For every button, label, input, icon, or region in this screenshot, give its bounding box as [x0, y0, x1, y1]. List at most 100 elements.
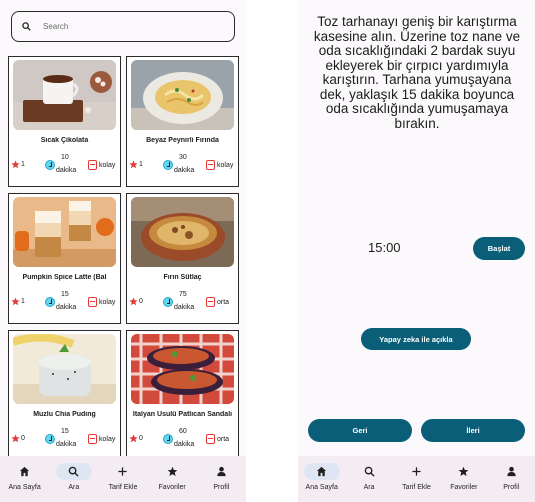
rating-count: 1 — [21, 161, 25, 168]
bottom-nav: Ana Sayfa Ara Tarif Ekle Favoriler Profi… — [0, 456, 246, 502]
recipe-title: Muzlu Chia Puding — [33, 411, 96, 418]
nav-home[interactable]: Ana Sayfa — [299, 463, 345, 491]
recipe-card[interactable]: Sıcak Çikolata 1 10 dakika kolay — [8, 56, 121, 187]
recipe-image-rice-pudding — [131, 197, 234, 267]
rating: 1 — [11, 297, 25, 306]
ai-explain-button[interactable]: Yapay zeka ile açıkla — [361, 328, 471, 350]
rating: 0 — [129, 434, 143, 443]
time-value: 10 — [61, 154, 69, 161]
rating-count: 0 — [139, 435, 143, 442]
nav-profile[interactable]: Profil — [198, 463, 244, 491]
plus-icon — [412, 467, 421, 476]
recipe-meta: 1 10 dakika kolay — [9, 153, 120, 179]
recipe-image-hot-chocolate — [13, 60, 116, 130]
person-icon — [217, 466, 226, 477]
nav-profile-label: Profil — [503, 484, 520, 491]
difficulty: kolay — [88, 297, 115, 307]
cook-time: 60 dakika — [163, 428, 203, 452]
rating-count: 0 — [21, 435, 25, 442]
difficulty: kolay — [206, 160, 233, 170]
clock-icon — [163, 160, 173, 170]
nav-add-recipe[interactable]: Tarif Ekle — [100, 463, 146, 491]
nav-favorites-label: Favoriler — [450, 484, 478, 491]
recipe-image-stuffed-eggplant — [131, 334, 234, 404]
difficulty-label: orta — [217, 435, 230, 443]
rating-count: 1 — [139, 161, 143, 168]
bottom-nav: Ana Sayfa Ara Tarif Ekle Favoriler Profi… — [298, 456, 535, 502]
clock-icon — [163, 297, 173, 307]
nav-add-label: Tarif Ekle — [402, 484, 431, 491]
recipe-grid: Sıcak Çikolata 1 10 dakika kolay Beyaz P… — [8, 56, 239, 461]
start-timer-button[interactable]: Başlat — [473, 237, 525, 260]
next-button[interactable]: İleri — [421, 419, 525, 442]
recipe-meta: 0 75 dakika orta — [127, 290, 238, 316]
star-icon — [129, 160, 138, 169]
recipe-title: Fırın Sütlaç — [163, 274, 202, 281]
recipe-meta: 0 60 dakika orta — [127, 427, 238, 453]
difficulty-icon — [88, 434, 97, 444]
home-icon — [20, 466, 30, 477]
back-button[interactable]: Geri — [308, 419, 412, 442]
star-icon — [11, 434, 20, 443]
recipe-title: Sıcak Çikolata — [40, 137, 89, 144]
recipe-card[interactable]: Fırın Sütlaç 0 75 dakika orta — [126, 193, 239, 324]
recipe-image-latte — [13, 197, 116, 267]
recipe-list-screen: Sıcak Çikolata 1 10 dakika kolay — [0, 0, 246, 502]
rating-count: 0 — [139, 298, 143, 305]
difficulty-label: orta — [217, 298, 230, 306]
nav-search-label: Ara — [68, 484, 80, 491]
recipe-title: İtalyan Usulü Patlıcan Sandalı — [132, 411, 233, 418]
difficulty: kolay — [88, 160, 115, 170]
nav-search[interactable]: Ara — [346, 463, 392, 491]
nav-favorites[interactable]: Favoriler — [149, 463, 195, 491]
recipe-card[interactable]: Beyaz Peynirli Fırında 1 30 dakika kolay — [126, 56, 239, 187]
difficulty-label: kolay — [99, 298, 116, 306]
search-input[interactable] — [43, 22, 213, 31]
nav-profile[interactable]: Profil — [488, 463, 534, 491]
rating: 1 — [11, 160, 25, 169]
nav-add-recipe[interactable]: Tarif Ekle — [393, 463, 439, 491]
recipe-meta: 1 30 dakika kolay — [127, 153, 238, 179]
search-icon — [364, 466, 375, 477]
nav-home[interactable]: Ana Sayfa — [2, 463, 48, 491]
recipe-meta: 0 15 dakika kolay — [9, 427, 120, 453]
time-value: 30 — [179, 154, 187, 161]
cook-time: 10 dakika — [45, 154, 85, 178]
rating: 0 — [11, 434, 25, 443]
clock-icon — [163, 434, 173, 444]
time-unit: dakika — [174, 167, 195, 174]
recipe-card[interactable]: Pumpkin Spice Latte (Bal 1 15 dakika kol… — [8, 193, 121, 324]
nav-profile-label: Profil — [213, 484, 230, 491]
recipe-image-chia-pudding — [13, 334, 116, 404]
time-unit: dakika — [56, 167, 77, 174]
time-unit: dakika — [174, 304, 195, 311]
recipe-title: Pumpkin Spice Latte (Bal — [22, 274, 107, 281]
difficulty-icon — [88, 160, 97, 170]
star-icon — [167, 466, 178, 476]
search-bar[interactable] — [11, 11, 235, 42]
star-icon — [129, 434, 138, 443]
time-value: 15 — [61, 428, 69, 435]
search-icon — [68, 466, 79, 477]
search-icon — [22, 22, 31, 31]
time-value: 15 — [61, 291, 69, 298]
home-icon — [317, 466, 327, 477]
rating: 1 — [129, 160, 143, 169]
cook-time: 15 dakika — [45, 291, 85, 315]
recipe-title: Beyaz Peynirli Fırında — [146, 137, 219, 144]
time-unit: dakika — [56, 304, 77, 311]
difficulty-label: kolay — [99, 435, 116, 443]
recipe-card[interactable]: Muzlu Chia Puding 0 15 dakika kolay — [8, 330, 121, 461]
nav-search-label: Ara — [363, 484, 375, 491]
recipe-card[interactable]: İtalyan Usulü Patlıcan Sandalı 0 60 daki… — [126, 330, 239, 461]
recipe-meta: 1 15 dakika kolay — [9, 290, 120, 316]
recipe-step-screen: Toz tarhanayı geniş bir karıştırma kases… — [298, 0, 535, 502]
nav-search[interactable]: Ara — [51, 463, 97, 491]
nav-favorites[interactable]: Favoriler — [441, 463, 487, 491]
time-value: 75 — [179, 291, 187, 298]
clock-icon — [45, 160, 55, 170]
difficulty-icon — [206, 297, 215, 307]
clock-icon — [45, 434, 55, 444]
star-icon — [459, 466, 469, 476]
difficulty: kolay — [88, 434, 115, 444]
